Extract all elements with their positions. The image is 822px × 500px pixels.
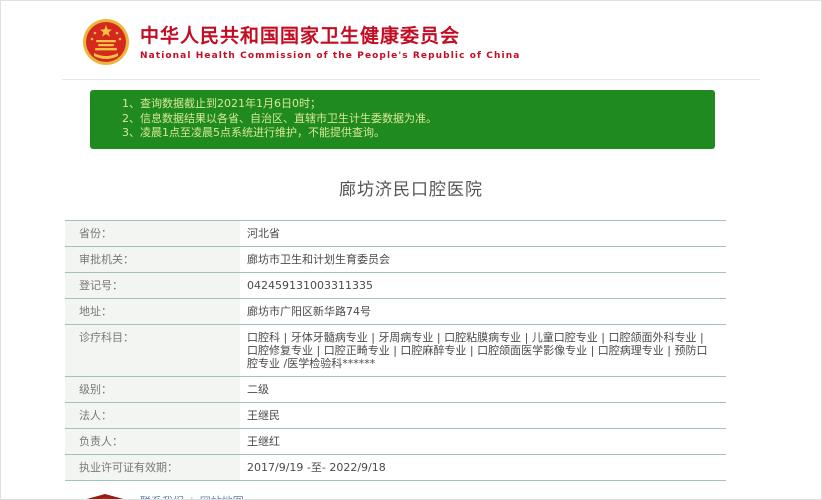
health-supervision-badge-icon (84, 493, 126, 499)
row-label: 负责人： (65, 428, 240, 454)
site-subtitle: National Health Commission of the People… (140, 50, 521, 61)
link-separator: | (190, 495, 194, 500)
row-value: 廊坊市卫生和计划生育委员会 (247, 252, 390, 266)
details-table: 省份： 河北省 审批机关： 廊坊市卫生和计划生育委员会 登记号： 0424591… (65, 219, 726, 481)
row-label: 审批机关： (65, 246, 240, 272)
site-header: 中华人民共和国国家卫生健康委员会 National Health Commiss… (62, 1, 760, 79)
table-row: 执业许可证有效期： 2017/9/19 -至- 2022/9/18 (65, 454, 726, 481)
notice-item: 2、信息数据结果以各省、自治区、直辖市卫生计生委数据为准。 (122, 111, 437, 125)
row-label: 地址： (65, 298, 240, 324)
row-value: 廊坊市广阳区新华路74号 (247, 304, 371, 318)
row-label: 执业许可证有效期： (65, 454, 240, 480)
row-value: 王继民 (247, 408, 280, 422)
table-row: 负责人： 王继红 (65, 428, 726, 455)
table-row: 法人： 王继民 (65, 402, 726, 429)
table-row: 地址： 廊坊市广阳区新华路74号 (65, 298, 726, 325)
table-row: 审批机关： 廊坊市卫生和计划生育委员会 (65, 246, 726, 273)
row-label: 诊疗科目： (65, 324, 240, 376)
content-container: 中华人民共和国国家卫生健康委员会 National Health Commiss… (62, 1, 760, 500)
row-label: 省份： (65, 220, 240, 246)
table-row: 登记号： 042459131003311335 (65, 272, 726, 299)
national-emblem-icon (83, 19, 129, 65)
footer-content: 联系我们|网站地图 地址：北京市西城区西直门外南路1号邮编：100044电话：0… (140, 489, 720, 500)
site-footer: 联系我们|网站地图 地址：北京市西城区西直门外南路1号邮编：100044电话：0… (62, 489, 760, 500)
notice-box: 1、查询数据截止到2021年1月6日0时； 2、信息数据结果以各省、自治区、直辖… (90, 90, 715, 149)
row-value: 口腔科 | 牙体牙髓病专业 | 牙周病专业 | 口腔粘膜病专业 | 儿童口腔专业… (247, 330, 708, 370)
header-text: 中华人民共和国国家卫生健康委员会 National Health Commiss… (140, 24, 520, 61)
page: 中华人民共和国国家卫生健康委员会 National Health Commiss… (0, 0, 822, 500)
row-value: 河北省 (247, 226, 280, 240)
row-label: 级别： (65, 376, 240, 402)
row-value: 042459131003311335 (247, 278, 373, 292)
row-value: 王继红 (247, 434, 280, 448)
row-label: 法人： (65, 402, 240, 428)
row-label: 登记号： (65, 272, 240, 298)
notice-item: 3、凌晨1点至凌晨5点系统进行维护，不能提供查询。 (122, 126, 385, 139)
table-row: 省份： 河北省 (65, 220, 726, 247)
notice-item: 1、查询数据截止到2021年1月6日0时； (122, 97, 321, 110)
header-divider (62, 79, 760, 80)
row-value: 2017/9/19 -至- 2022/9/18 (247, 460, 386, 474)
page-title: 廊坊济民口腔医院 (339, 179, 483, 200)
sitemap-link[interactable]: 网站地图 (200, 495, 244, 500)
table-row: 级别： 二级 (65, 376, 726, 403)
contact-us-link[interactable]: 联系我们 (140, 495, 184, 500)
table-row: 诊疗科目： 口腔科 | 牙体牙髓病专业 | 牙周病专业 | 口腔粘膜病专业 | … (65, 324, 726, 377)
site-title: 中华人民共和国国家卫生健康委员会 (140, 24, 461, 47)
row-value: 二级 (247, 382, 269, 396)
footer-links: 联系我们 | 网站地图 (140, 493, 720, 500)
